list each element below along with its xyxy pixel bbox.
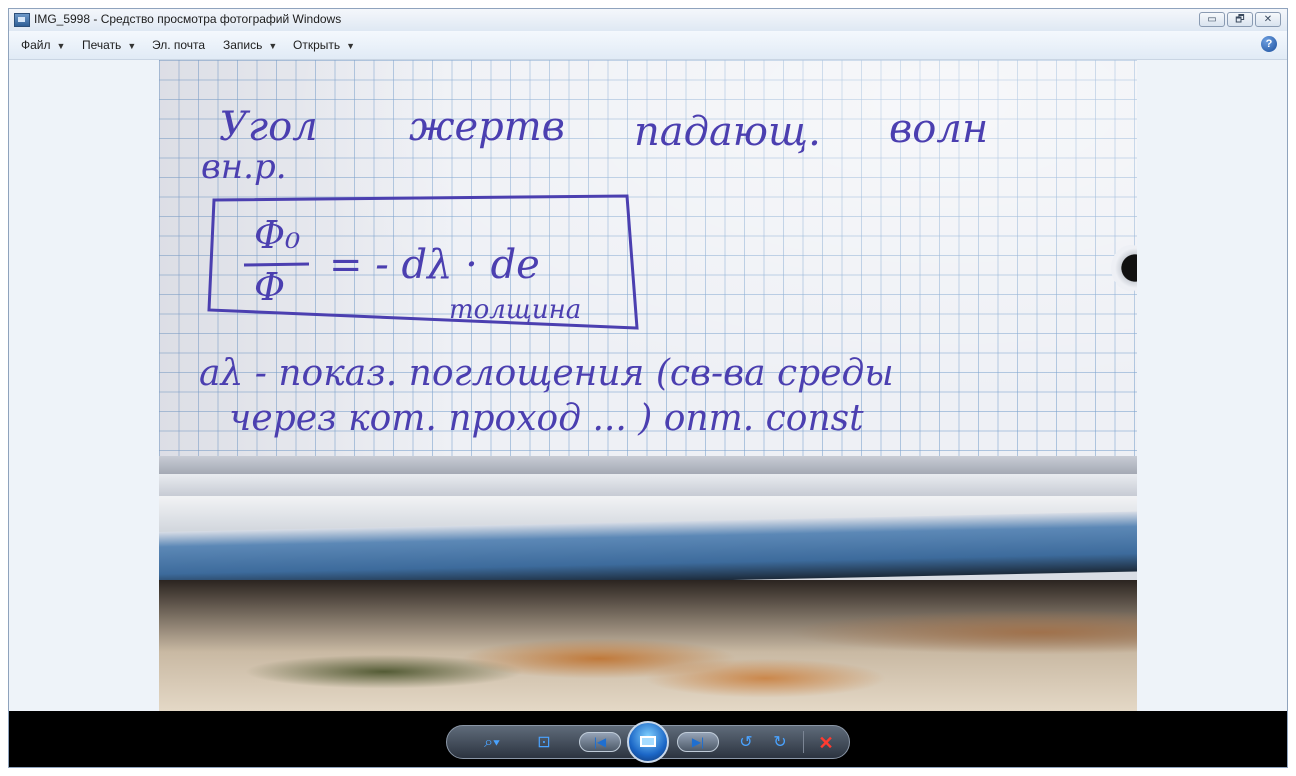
title-bar[interactable]: IMG_5998 - Средство просмотра фотографий…	[9, 9, 1287, 32]
image-viewport: Угол жертв падающ. волн вн.р. Φ₀ Φ = - d…	[9, 60, 1287, 711]
hw-line-2: через кот. проход ... ) опт. const	[229, 398, 864, 439]
delete-icon[interactable]: ✕	[815, 733, 837, 753]
menu-burn[interactable]: Запись ▼	[223, 38, 277, 52]
background-fabric	[159, 580, 1137, 711]
menu-file[interactable]: Файл ▼	[21, 38, 65, 52]
slideshow-button[interactable]	[627, 721, 669, 763]
menu-burn-label: Запись	[223, 38, 263, 52]
chevron-down-icon: ▼	[268, 41, 278, 51]
menu-print-label: Печать	[82, 38, 122, 52]
next-button[interactable]: ▶|	[677, 732, 719, 752]
menu-print[interactable]: Печать ▼	[82, 38, 136, 52]
menu-file-label: Файл	[21, 38, 51, 52]
help-icon[interactable]: ?	[1261, 36, 1277, 52]
hw-word-1: Угол	[219, 104, 318, 150]
handwritten-notes: Угол жертв падающ. волн вн.р. Φ₀ Φ = - d…	[199, 104, 988, 439]
hw-phi0: Φ₀	[254, 213, 300, 257]
zoom-icon[interactable]: ⌕▾	[475, 733, 509, 753]
photo-viewer-window: IMG_5998 - Средство просмотра фотографий…	[8, 8, 1288, 768]
rotate-ccw-icon[interactable]: ↺	[735, 733, 757, 753]
chevron-down-icon: ▼	[346, 41, 356, 51]
window-title: IMG_5998 - Средство просмотра фотографий…	[34, 12, 342, 26]
close-button[interactable]: ✕	[1255, 12, 1281, 27]
hw-thickness: толщина	[449, 295, 581, 325]
viewer-toolbar: ⌕▾ ⊡ |◀ ▶| ↺ ↻ ✕	[9, 711, 1287, 767]
menu-bar: Файл ▼ Печать ▼ Эл. почта Запись ▼ Открыть ▼…	[9, 31, 1287, 60]
hw-phi: Φ	[254, 265, 285, 309]
hw-line-1: aλ - показ. поглощения (св-ва среды	[199, 353, 894, 394]
hw-word-4: волн	[889, 106, 988, 152]
hw-formula: = - dλ · de	[329, 242, 540, 288]
rotate-cw-icon[interactable]: ↻	[769, 733, 791, 753]
chevron-down-icon: ▼	[127, 41, 137, 51]
minimize-button[interactable]: ▭	[1199, 12, 1225, 27]
maximize-button[interactable]: 🗗	[1227, 12, 1253, 27]
menu-open-label: Открыть	[293, 38, 341, 52]
menu-email[interactable]: Эл. почта	[152, 38, 205, 52]
hw-word-3: падающ.	[634, 109, 821, 155]
previous-button[interactable]: |◀	[579, 732, 621, 752]
hw-word-2: жертв	[409, 104, 565, 150]
menu-email-label: Эл. почта	[152, 38, 206, 52]
hw-word-5: вн.р.	[201, 147, 287, 187]
photo-viewer-icon	[14, 13, 30, 27]
menu-open[interactable]: Открыть ▼	[293, 38, 355, 52]
photo: Угол жертв падающ. волн вн.р. Φ₀ Φ = - d…	[159, 60, 1137, 711]
chevron-down-icon: ▼	[56, 41, 66, 51]
actual-size-icon[interactable]: ⊡	[531, 733, 557, 753]
